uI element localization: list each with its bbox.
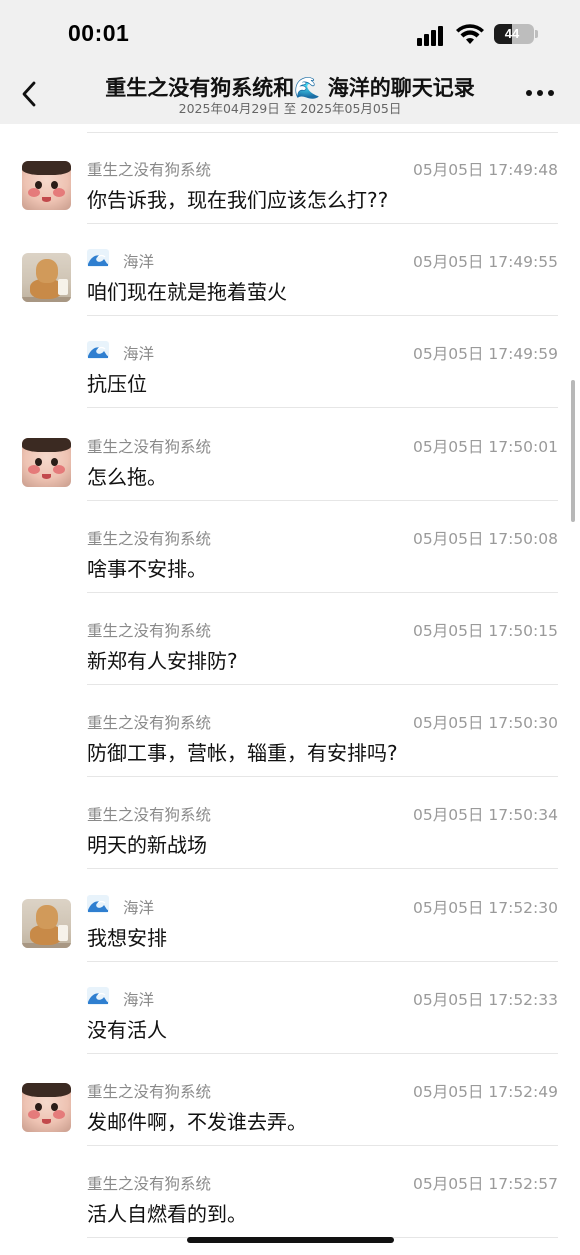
message-row[interactable]: 重生之没有狗系统 05月05日 17:49:48 你告诉我，现在我们应该怎么打?? — [0, 132, 580, 224]
message-text: 防御工事，营帐，辎重，有安排吗? — [87, 741, 398, 766]
message-row[interactable]: 重生之没有狗系统 05月05日 17:50:01 怎么拖。 — [0, 409, 580, 501]
back-button[interactable] — [14, 76, 48, 112]
sender-name: 海洋 — [123, 253, 155, 272]
message-text: 抗压位 — [87, 372, 147, 397]
message-text: 活人自燃看的到。 — [87, 1202, 247, 1227]
sender-name: 海洋 — [123, 990, 155, 1009]
wave-emoji-icon — [87, 249, 109, 268]
status-bar: 00:01 44 — [0, 0, 580, 66]
message-timestamp: 05月05日 17:50:34 — [413, 806, 558, 825]
message-timestamp: 05月05日 17:49:55 — [413, 253, 558, 272]
sender-name: 重生之没有狗系统 — [87, 714, 212, 733]
message-timestamp: 05月05日 17:52:30 — [413, 898, 558, 917]
message-text: 没有活人 — [87, 1017, 167, 1042]
dog-avatar[interactable] — [22, 253, 71, 303]
message-text: 你告诉我，现在我们应该怎么打?? — [87, 188, 389, 212]
message-row[interactable]: 重生之没有狗系统 05月05日 17:50:08 啥事不安排。 — [0, 501, 580, 593]
message-row[interactable]: 重生之没有狗系统 05月05日 17:50:15 新郑有人安排防? — [0, 593, 580, 685]
sender-name: 重生之没有狗系统 — [87, 161, 212, 179]
more-options-button[interactable] — [526, 90, 556, 100]
sender-name: 海洋 — [123, 898, 155, 917]
message-row[interactable]: 海洋 05月05日 17:52:30 我想安排 — [0, 870, 580, 962]
message-text: 新郑有人安排防? — [87, 649, 238, 673]
chat-history-list[interactable]: 重生之没有狗系统 05月05日 17:49:48 你告诉我，现在我们应该怎么打?? 海… — [0, 124, 580, 1255]
message-text: 怎么拖。 — [87, 464, 167, 489]
dot-icon — [526, 90, 532, 96]
message-timestamp: 05月05日 17:49:48 — [413, 161, 558, 179]
message-timestamp: 05月05日 17:50:08 — [413, 529, 558, 548]
message-timestamp: 05月05日 17:52:57 — [413, 1175, 558, 1194]
wifi-icon — [456, 24, 484, 44]
sender-name: 重生之没有狗系统 — [87, 437, 212, 456]
message-timestamp: 05月05日 17:50:01 — [413, 437, 558, 456]
battery-nub — [535, 30, 538, 38]
message-row[interactable]: 海洋 05月05日 17:52:33 没有活人 — [0, 962, 580, 1054]
sender-name: 重生之没有狗系统 — [87, 529, 212, 548]
message-text: 啥事不安排。 — [87, 556, 207, 581]
date-range: 2025年04月29日 至 2025年05月05日 — [178, 101, 402, 116]
message-timestamp: 05月05日 17:49:59 — [413, 345, 558, 364]
wave-emoji-icon — [87, 341, 109, 360]
message-row[interactable]: 重生之没有狗系统 05月05日 17:52:57 活人自燃看的到。 — [0, 1146, 580, 1239]
message-text: 咱们现在就是拖着萤火 — [87, 280, 287, 305]
message-timestamp: 05月05日 17:50:15 — [413, 622, 558, 640]
message-row[interactable]: 重生之没有狗系统 05月05日 17:52:49 发邮件啊，不发谁去弄。 — [0, 1054, 580, 1146]
message-text: 发邮件啊，不发谁去弄。 — [87, 1110, 307, 1134]
sender-name: 海洋 — [123, 345, 155, 364]
home-indicator[interactable] — [187, 1237, 394, 1243]
message-timestamp: 05月05日 17:50:30 — [413, 714, 558, 733]
message-row[interactable]: 重生之没有狗系统 05月05日 17:50:30 防御工事，营帐，辎重，有安排吗? — [0, 685, 580, 778]
sender-name: 重生之没有狗系统 — [87, 806, 212, 825]
dot-icon — [548, 90, 554, 96]
sender-name: 重生之没有狗系统 — [87, 622, 212, 640]
message-row[interactable]: 海洋 05月05日 17:49:59 抗压位 — [0, 316, 580, 409]
wave-emoji-icon — [87, 986, 109, 1005]
dot-icon — [537, 90, 543, 96]
baby-avatar[interactable] — [22, 161, 71, 210]
dog-avatar[interactable] — [22, 898, 71, 948]
battery-percentage: 44 — [504, 26, 520, 41]
sender-name: 重生之没有狗系统 — [87, 1083, 212, 1101]
message-timestamp: 05月05日 17:52:49 — [413, 1083, 558, 1101]
scrollbar[interactable] — [571, 380, 575, 522]
message-text: 明天的新战场 — [87, 833, 207, 858]
wave-emoji-icon — [87, 894, 109, 913]
message-row[interactable]: 海洋 05月05日 17:49:55 咱们现在就是拖着萤火 — [0, 224, 580, 317]
cellular-signal-icon — [417, 24, 447, 46]
message-row[interactable]: 重生之没有狗系统 05月05日 17:50:34 明天的新战场 — [0, 777, 580, 870]
message-text: 我想安排 — [87, 925, 167, 950]
sender-name: 重生之没有狗系统 — [87, 1175, 212, 1194]
nav-bar: 重生之没有狗系统和🌊 海洋的聊天记录 2025年04月29日 至 2025年05… — [0, 66, 580, 124]
baby-avatar[interactable] — [22, 437, 71, 487]
message-timestamp: 05月05日 17:52:33 — [413, 990, 558, 1009]
status-time: 00:01 — [68, 20, 130, 46]
battery-icon: 44 — [494, 24, 534, 44]
baby-avatar[interactable] — [22, 1083, 71, 1132]
